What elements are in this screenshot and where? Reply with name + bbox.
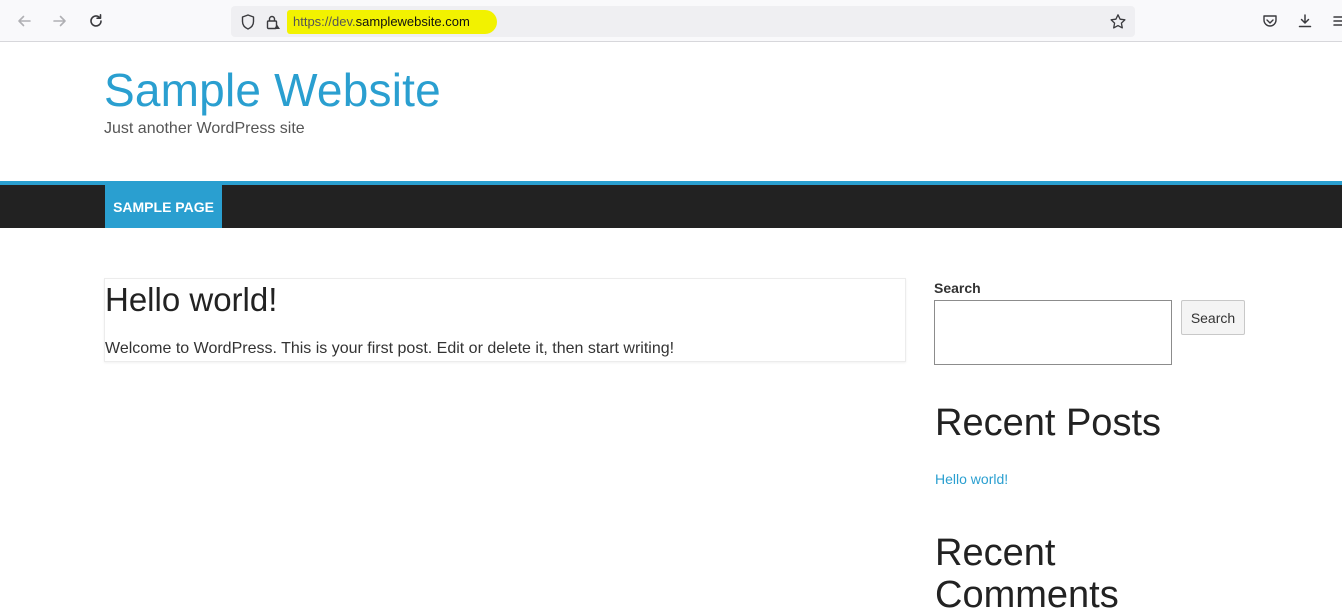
url-scheme: https://dev. bbox=[293, 14, 356, 29]
url-text[interactable]: https://dev.samplewebsite.com bbox=[293, 14, 470, 29]
pocket-icon[interactable] bbox=[1258, 9, 1282, 33]
site-tagline: Just another WordPress site bbox=[104, 120, 305, 137]
recent-comments-heading: Recent Comments bbox=[935, 532, 1119, 611]
shield-icon[interactable] bbox=[239, 13, 257, 31]
back-arrow-icon[interactable] bbox=[12, 9, 36, 33]
site-title[interactable]: Sample Website bbox=[104, 63, 441, 117]
download-icon[interactable] bbox=[1293, 9, 1317, 33]
recent-comments-heading-line1: Recent bbox=[935, 532, 1056, 574]
nav-item-sample-page[interactable]: SAMPLE PAGE bbox=[105, 185, 222, 228]
post-excerpt: Welcome to WordPress. This is your first… bbox=[105, 340, 675, 357]
recent-comments-heading-line2: Comments bbox=[935, 573, 1119, 611]
bookmark-star-icon[interactable] bbox=[1109, 13, 1127, 31]
reload-icon[interactable] bbox=[84, 9, 108, 33]
url-host: samplewebsite.com bbox=[355, 14, 470, 29]
recent-post-link[interactable]: Hello world! bbox=[935, 471, 1008, 487]
lock-icon[interactable] bbox=[264, 13, 282, 31]
recent-posts-heading: Recent Posts bbox=[935, 402, 1161, 444]
search-button[interactable]: Search bbox=[1181, 300, 1245, 335]
post-title[interactable]: Hello world! bbox=[105, 281, 277, 319]
search-input[interactable] bbox=[934, 300, 1172, 365]
search-label: Search bbox=[934, 280, 981, 296]
menu-icon[interactable] bbox=[1328, 9, 1342, 33]
browser-toolbar: https://dev.samplewebsite.com bbox=[0, 0, 1342, 42]
address-bar[interactable]: https://dev.samplewebsite.com bbox=[231, 6, 1135, 37]
forward-arrow-icon[interactable] bbox=[48, 9, 72, 33]
post-card: Hello world! Welcome to WordPress. This … bbox=[104, 278, 906, 362]
